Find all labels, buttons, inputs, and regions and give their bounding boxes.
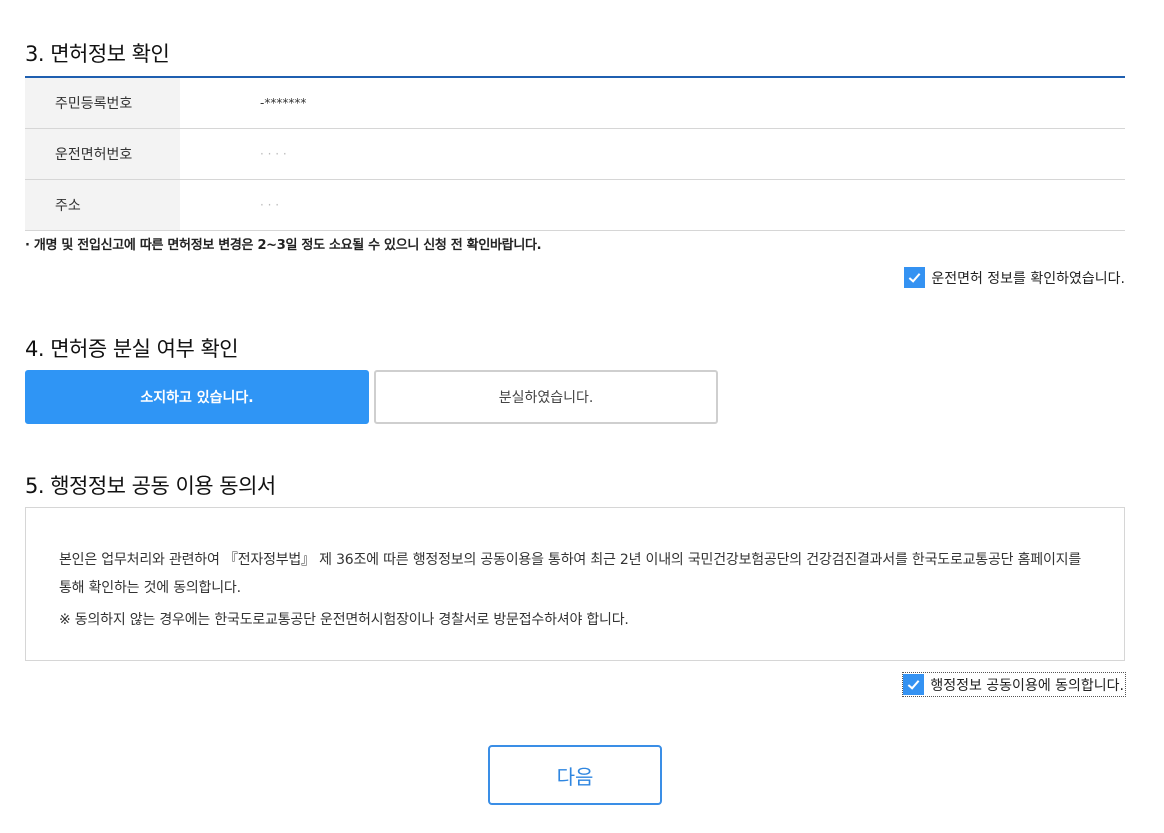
have-license-button[interactable]: 소지하고 있습니다. — [25, 370, 369, 424]
section4-title: 4. 면허증 분실 여부 확인 — [25, 337, 239, 361]
check-icon — [908, 273, 921, 283]
change-notice: · 개명 및 전입신고에 따른 면허정보 변경은 2~3일 정도 소요될 수 있… — [25, 238, 542, 253]
section3-title: 3. 면허정보 확인 — [25, 42, 170, 66]
address-label: 주소 — [25, 180, 180, 230]
next-button[interactable]: 다음 — [488, 745, 662, 805]
resident-number-label: 주민등록번호 — [25, 78, 180, 128]
consent-text-box: 본인은 업무처리와 관련하여 『전자정부법』 제 36조에 따른 행정정보의 공… — [25, 507, 1125, 661]
license-number-value: · · · · — [260, 147, 287, 161]
check-icon — [907, 680, 920, 690]
consent-note: ※ 동의하지 않는 경우에는 한국도로교통공단 운전면허시험장이나 경찰서로 방… — [59, 612, 629, 628]
table-row: 운전면허번호 · · · · — [25, 129, 1125, 180]
agree-checkbox-line[interactable]: 행정정보 공동이용에 동의합니다. — [902, 672, 1126, 697]
agree-label[interactable]: 행정정보 공동이용에 동의합니다. — [930, 675, 1124, 695]
lost-status-options: 소지하고 있습니다. 분실하였습니다. — [25, 370, 718, 424]
license-number-label: 운전면허번호 — [25, 129, 180, 179]
section5-title: 5. 행정정보 공동 이용 동의서 — [25, 474, 276, 498]
consent-body: 본인은 업무처리와 관련하여 『전자정부법』 제 36조에 따른 행정정보의 공… — [59, 552, 1082, 596]
confirm-license-label[interactable]: 운전면허 정보를 확인하였습니다. — [931, 268, 1125, 288]
agree-checkbox[interactable] — [903, 674, 925, 695]
resident-number-value: -******* — [260, 96, 307, 110]
confirm-license-checkbox[interactable] — [904, 267, 926, 288]
table-row: 주민등록번호 -******* — [25, 78, 1125, 129]
license-info-table: 주민등록번호 -******* 운전면허번호 · · · · 주소 · · · — [25, 76, 1125, 231]
table-row: 주소 · · · — [25, 180, 1125, 231]
confirm-license-checkbox-line[interactable]: 운전면허 정보를 확인하였습니다. — [904, 267, 1125, 288]
lost-license-button[interactable]: 분실하였습니다. — [374, 370, 718, 424]
address-value: · · · — [260, 198, 280, 212]
